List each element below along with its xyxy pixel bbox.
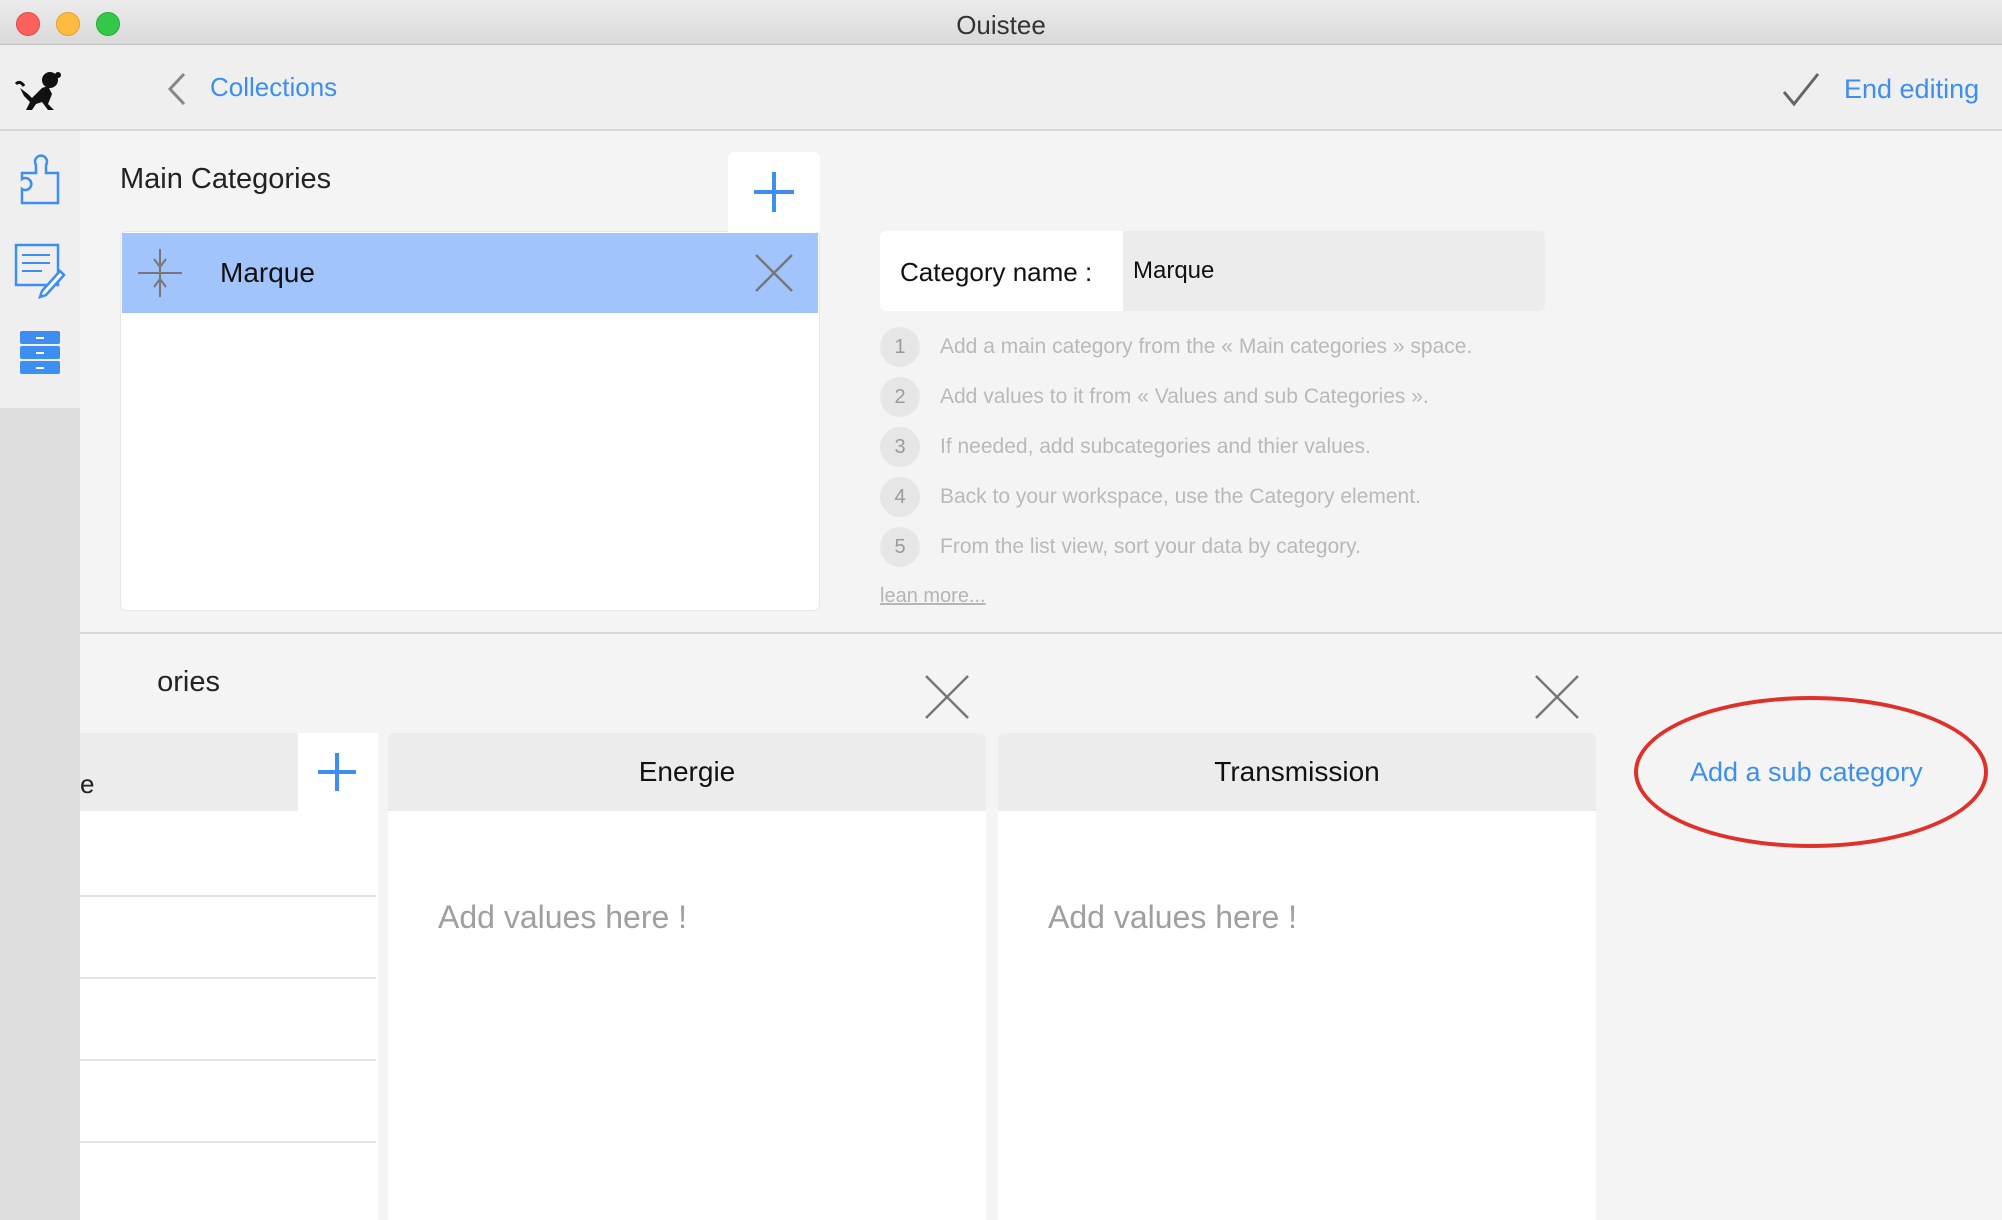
values-section-title: ories <box>157 666 220 698</box>
close-icon[interactable] <box>1532 672 1582 722</box>
add-main-category-button[interactable] <box>728 152 820 232</box>
values-column-title: e <box>80 769 95 799</box>
close-icon[interactable] <box>922 672 972 722</box>
annotation-highlight-circle <box>1634 696 1988 848</box>
monkey-logo-icon[interactable] <box>14 68 66 112</box>
learn-more-link[interactable]: lean more... <box>880 585 986 608</box>
sub-category-column-energie: Energie Add values here ! <box>388 733 986 1220</box>
step-number: 3 <box>880 427 920 467</box>
values-column: e <box>80 733 378 1220</box>
sub-category-column-transmission: Transmission Add values here ! <box>998 733 1596 1220</box>
sidebar-nav <box>0 131 80 408</box>
checkmark-icon[interactable] <box>1780 70 1822 110</box>
edit-document-icon[interactable] <box>14 239 66 299</box>
step-number: 5 <box>880 527 920 567</box>
app-window: Ouistee Collections End editing Main Cat… <box>0 0 2002 1220</box>
drawers-icon[interactable] <box>14 321 66 381</box>
main-category-item[interactable]: Marque <box>122 233 818 313</box>
drag-handle-icon[interactable] <box>136 249 184 297</box>
category-name-input[interactable] <box>1123 231 1545 311</box>
list-item[interactable] <box>80 977 376 979</box>
sidebar <box>0 131 80 1220</box>
values-column-header: e <box>80 733 298 811</box>
add-values-placeholder[interactable]: Add values here ! <box>1048 899 1297 936</box>
step-text: Add values to it from « Values and sub C… <box>940 385 1429 408</box>
title-bar: Ouistee <box>0 0 2002 45</box>
end-editing-button[interactable]: End editing <box>1844 74 1979 105</box>
section-divider <box>80 632 2002 634</box>
step-text: If needed, add subcategories and thier v… <box>940 435 1371 458</box>
sub-category-title[interactable]: Energie <box>388 733 986 811</box>
step-text: From the list view, sort your data by ca… <box>940 535 1361 558</box>
step-number: 4 <box>880 477 920 517</box>
main-categories-title: Main Categories <box>120 163 332 195</box>
step-number: 1 <box>880 327 920 367</box>
puzzle-icon[interactable] <box>14 151 66 211</box>
toolbar: Collections End editing <box>0 46 2002 131</box>
step-text: Add a main category from the « Main cate… <box>940 335 1473 358</box>
list-item[interactable] <box>80 1141 376 1143</box>
collections-back-link[interactable]: Collections <box>210 72 337 103</box>
plus-icon <box>754 172 794 212</box>
window-title: Ouistee <box>956 10 1046 40</box>
list-item[interactable] <box>80 895 376 897</box>
plus-icon <box>318 753 356 791</box>
main-category-label: Marque <box>220 257 315 288</box>
add-values-placeholder[interactable]: Add values here ! <box>438 899 687 936</box>
chevron-left-icon[interactable] <box>162 70 192 108</box>
step-text: Back to your workspace, use the Category… <box>940 485 1421 508</box>
category-name-field: Category name : <box>880 231 1545 311</box>
close-icon[interactable] <box>754 253 794 293</box>
category-name-label: Category name : <box>900 257 1093 287</box>
sub-category-title[interactable]: Transmission <box>998 733 1596 811</box>
step-number: 2 <box>880 377 920 417</box>
list-item[interactable] <box>80 1059 376 1061</box>
add-value-button[interactable] <box>298 733 378 811</box>
